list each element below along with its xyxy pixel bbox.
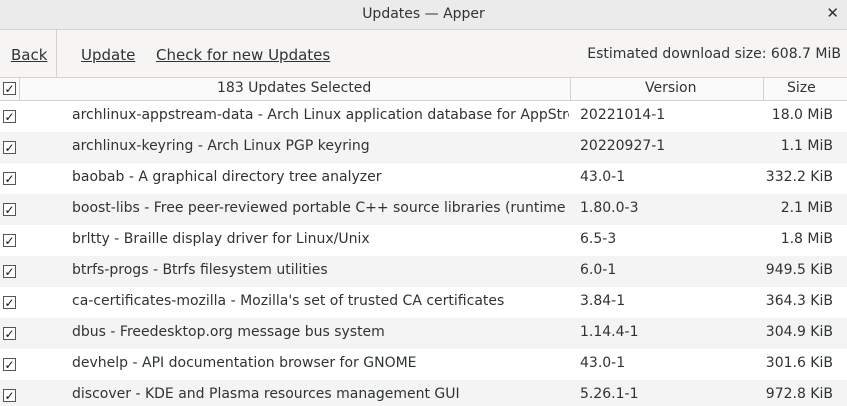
package-name: btrfs-progs: [72, 262, 149, 278]
row-checkbox[interactable]: ✓: [3, 110, 16, 123]
package-description: - Mozilla's set of trusted CA certificat…: [226, 293, 505, 309]
package-cell: btrfs-progs - Btrfs filesystem utilities: [72, 262, 569, 278]
package-description: - A graphical directory tree analyzer: [124, 169, 382, 185]
package-description: - Btrfs filesystem utilities: [148, 262, 328, 278]
package-cell: archlinux-keyring - Arch Linux PGP keyri…: [72, 138, 569, 154]
package-version: 5.26.1-1: [580, 386, 639, 402]
header-separator: [570, 78, 571, 100]
package-description: - Braille display driver for Linux/Unix: [109, 231, 370, 247]
package-cell: baobab - A graphical directory tree anal…: [72, 169, 569, 185]
table-row[interactable]: ✓ btrfs-progs - Btrfs filesystem utilitie…: [0, 256, 847, 287]
close-icon[interactable]: ✕: [826, 4, 839, 22]
row-checkbox[interactable]: ✓: [3, 265, 16, 278]
package-version: 3.84-1: [580, 293, 626, 309]
package-version: 6.5-3: [580, 231, 617, 247]
package-name: baobab: [72, 169, 125, 185]
package-cell: archlinux-appstream-data - Arch Linux ap…: [72, 107, 569, 123]
selected-count-header[interactable]: 183 Updates Selected: [217, 80, 371, 96]
package-description: - Freedesktop.org message bus system: [105, 324, 385, 340]
package-cell: ca-certificates-mozilla - Mozilla's set …: [72, 293, 569, 309]
package-size: 1.8 MiB: [780, 231, 833, 247]
row-checkbox[interactable]: ✓: [3, 172, 16, 185]
row-checkbox[interactable]: ✓: [3, 234, 16, 247]
package-version: 20220927-1: [580, 138, 666, 154]
package-version: 1.80.0-3: [580, 200, 639, 216]
toolbar: Back Update Check for new Updates Estima…: [0, 30, 847, 78]
package-name: brltty: [72, 231, 110, 247]
package-name: dbus: [72, 324, 106, 340]
package-size: 332.2 KiB: [765, 169, 833, 185]
package-description: - Arch Linux application database for Ap…: [257, 107, 569, 123]
check-updates-label: Check for new Updates: [156, 46, 331, 64]
table-row[interactable]: ✓ discover - KDE and Plasma resources man…: [0, 380, 847, 406]
package-size: 1.1 MiB: [780, 138, 833, 154]
header-separator: [763, 78, 764, 100]
package-description: - API documentation browser for GNOME: [128, 355, 417, 371]
package-size: 18.0 MiB: [771, 107, 833, 123]
package-version: 43.0-1: [580, 355, 626, 371]
row-checkbox[interactable]: ✓: [3, 141, 16, 154]
package-size: 972.8 KiB: [765, 386, 833, 402]
update-button[interactable]: Update: [81, 46, 135, 64]
table-row[interactable]: ✓ boost-libs - Free peer-reviewed portabl…: [0, 194, 847, 225]
row-checkbox[interactable]: ✓: [3, 296, 16, 309]
package-name: archlinux-keyring: [72, 138, 194, 154]
package-description: - Free peer-reviewed portable C++ source…: [144, 200, 569, 216]
header-separator: [19, 78, 20, 100]
package-cell: devhelp - API documentation browser for …: [72, 355, 569, 371]
package-name: devhelp: [72, 355, 129, 371]
window-title: Updates — Apper: [362, 6, 485, 22]
table-row[interactable]: ✓ ca-certificates-mozilla - Mozilla's set…: [0, 287, 847, 318]
package-size: 301.6 KiB: [765, 355, 833, 371]
table-row[interactable]: ✓ dbus - Freedesktop.org message bus syst…: [0, 318, 847, 349]
table-row[interactable]: ✓ baobab - A graphical directory tree ana…: [0, 163, 847, 194]
update-button-label: Update: [81, 46, 136, 64]
title-bar: Updates — Apper ✕: [0, 0, 847, 30]
package-size: 949.5 KiB: [765, 262, 833, 278]
table-row[interactable]: ✓ devhelp - API documentation browser for…: [0, 349, 847, 380]
package-name: archlinux-appstream-data: [72, 107, 254, 123]
download-size: Estimated download size: 608.7 MiB: [587, 46, 841, 62]
package-cell: dbus - Freedesktop.org message bus syste…: [72, 324, 569, 340]
back-button[interactable]: Back: [11, 46, 47, 64]
package-version: 43.0-1: [580, 169, 626, 185]
table-row[interactable]: ✓ archlinux-appstream-data - Arch Linux a…: [0, 101, 847, 132]
version-column-header[interactable]: Version: [645, 80, 696, 96]
package-size: 2.1 MiB: [780, 200, 833, 216]
package-cell: boost-libs - Free peer-reviewed portable…: [72, 200, 569, 216]
package-version: 20221014-1: [580, 107, 666, 123]
package-description: - Arch Linux PGP keyring: [193, 138, 370, 154]
package-version: 6.0-1: [580, 262, 617, 278]
table-row[interactable]: ✓ brltty - Braille display driver for Lin…: [0, 225, 847, 256]
row-checkbox[interactable]: ✓: [3, 358, 16, 371]
select-all-checkbox[interactable]: ✓: [3, 82, 16, 95]
package-size: 364.3 KiB: [765, 293, 833, 309]
package-version: 1.14.4-1: [580, 324, 639, 340]
row-checkbox[interactable]: ✓: [3, 203, 16, 216]
package-cell: discover - KDE and Plasma resources mana…: [72, 386, 569, 402]
package-name: ca-certificates-mozilla: [72, 293, 227, 309]
row-checkbox[interactable]: ✓: [3, 389, 16, 402]
size-column-header[interactable]: Size: [787, 80, 816, 96]
table-row[interactable]: ✓ archlinux-keyring - Arch Linux PGP keyr…: [0, 132, 847, 163]
toolbar-separator: [56, 30, 57, 77]
package-size: 304.9 KiB: [765, 324, 833, 340]
check-updates-button[interactable]: Check for new Updates: [156, 46, 330, 64]
package-name: boost-libs: [72, 200, 140, 216]
package-cell: brltty - Braille display driver for Linu…: [72, 231, 569, 247]
table-header: ✓ 183 Updates Selected Version Size: [0, 78, 847, 101]
row-checkbox[interactable]: ✓: [3, 327, 16, 340]
package-description: - KDE and Plasma resources management GU…: [131, 386, 460, 402]
back-button-label: Back: [11, 46, 48, 64]
package-name: discover: [72, 386, 131, 402]
updates-list: ✓ archlinux-appstream-data - Arch Linux a…: [0, 101, 847, 406]
